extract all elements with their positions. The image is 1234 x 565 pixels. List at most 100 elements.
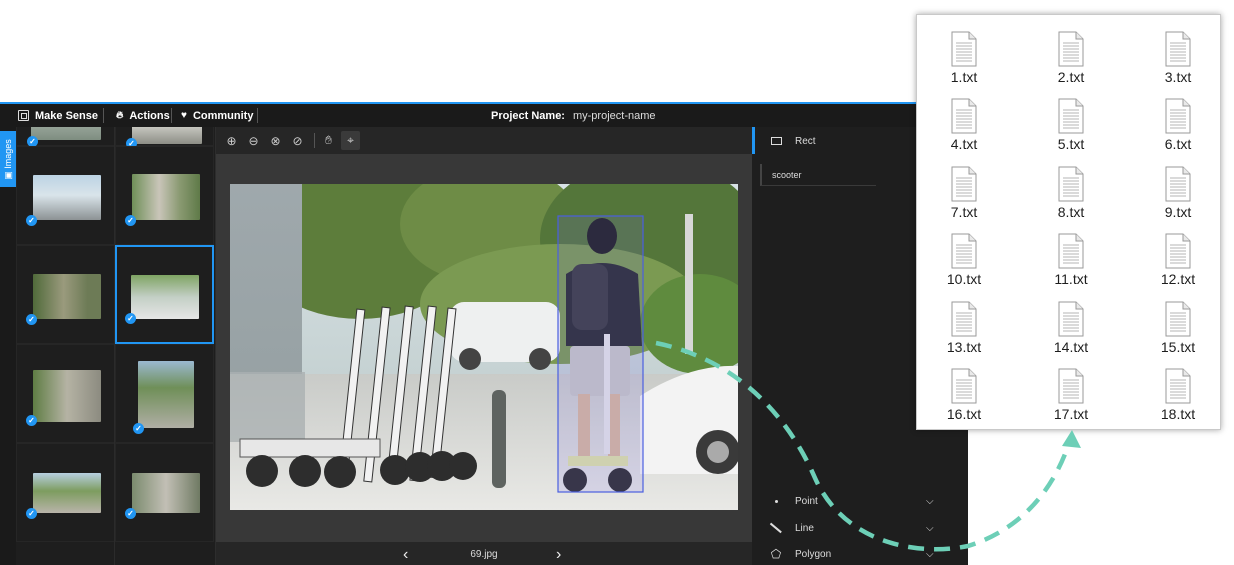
file-item[interactable]: 10.txt	[927, 231, 997, 293]
project-name-group: Project Name: my-project-name	[491, 104, 656, 127]
file-name: 17.txt	[1053, 406, 1089, 422]
thumbnail-item[interactable]: ✓	[115, 127, 214, 149]
thumbnail-item-selected[interactable]: ✓	[115, 245, 214, 344]
tool-polygon[interactable]: ⬠ Polygon ⌵	[752, 541, 968, 565]
zoom-out-icon[interactable]: ⊖	[244, 131, 263, 150]
image-icon: ▣	[2, 168, 13, 180]
bounding-box-scooter[interactable]	[557, 215, 644, 493]
text-file-icon	[1058, 166, 1084, 202]
rect-icon	[768, 133, 784, 149]
image-thumbnail-list[interactable]: ✓ ✓ ✓ ✓ ✓ ✓ ✓ ✓ ✓ ✓	[16, 127, 215, 565]
text-file-icon	[951, 368, 977, 404]
thumbnail-item[interactable]: ✓	[16, 443, 115, 542]
text-file-icon	[1165, 31, 1191, 67]
checkmark-icon: ✓	[125, 215, 136, 226]
polygon-icon: ⬠	[770, 547, 782, 561]
file-item[interactable]: 4.txt	[927, 96, 997, 158]
text-file-icon	[951, 233, 977, 269]
previous-image-button[interactable]: ‹	[403, 542, 408, 565]
thumbnail-item[interactable]: ✓	[16, 146, 115, 245]
file-item[interactable]: 11.txt	[1034, 231, 1104, 293]
label-scooter[interactable]: scooter	[760, 164, 876, 186]
file-name: 12.txt	[1160, 271, 1196, 287]
thumbnail-image	[131, 275, 199, 319]
file-item[interactable]: 9.txt	[1141, 164, 1211, 226]
file-name: 11.txt	[1054, 271, 1088, 287]
thumbnail-item[interactable]: ✓	[115, 443, 214, 542]
file-item[interactable]: 12.txt	[1141, 231, 1211, 293]
file-name: 7.txt	[950, 204, 978, 220]
thumbnail-item[interactable]: ✓	[16, 127, 115, 147]
file-item[interactable]: 14.txt	[1034, 299, 1104, 361]
file-item[interactable]: 2.txt	[1034, 29, 1104, 91]
scene-photo	[230, 184, 738, 510]
file-item[interactable]: 18.txt	[1141, 366, 1211, 428]
toolbar-divider	[314, 133, 315, 148]
menu-actions[interactable]: 🔥︎ Actions	[116, 104, 170, 127]
chevron-down-icon[interactable]: ⌵	[926, 496, 934, 507]
text-file-icon	[1165, 166, 1191, 202]
tool-point[interactable]: Point ⌵	[752, 488, 968, 514]
text-file-icon	[1058, 98, 1084, 134]
next-image-button[interactable]: ›	[556, 542, 561, 565]
thumbnail-image	[132, 127, 202, 144]
chevron-down-icon[interactable]: ⌵	[926, 523, 934, 534]
file-item[interactable]: 15.txt	[1141, 299, 1211, 361]
left-side-tabs: ▣ Images	[0, 127, 16, 565]
checkmark-icon: ✓	[26, 215, 37, 226]
file-item[interactable]: 7.txt	[927, 164, 997, 226]
editor-toolbar: ⊕ ⊖ ⊗ ⊘ ✋︎ ⌖	[216, 127, 752, 154]
zoom-fit-icon[interactable]: ⊗	[266, 131, 285, 150]
tab-images[interactable]: ▣ Images	[0, 131, 16, 187]
file-item[interactable]: 17.txt	[1034, 366, 1104, 428]
thumbnail-item[interactable]: ✓	[16, 344, 115, 443]
tool-polygon-label: Polygon	[795, 548, 832, 560]
file-name: 5.txt	[1057, 136, 1085, 152]
arrowhead-icon	[1062, 430, 1081, 448]
annotation-canvas[interactable]	[216, 154, 752, 542]
thumbnail-image	[33, 473, 101, 513]
file-item[interactable]: 16.txt	[927, 366, 997, 428]
current-image-name: 69.jpg	[470, 549, 498, 560]
text-file-icon	[951, 98, 977, 134]
thumbnail-image	[132, 174, 200, 220]
project-name-value[interactable]: my-project-name	[573, 110, 656, 122]
file-item[interactable]: 6.txt	[1141, 96, 1211, 158]
crosshair-icon[interactable]: ⌖	[341, 131, 360, 150]
text-file-icon	[1058, 233, 1084, 269]
text-file-icon	[951, 166, 977, 202]
file-name: 1.txt	[950, 69, 978, 85]
tool-line[interactable]: Line ⌵	[752, 515, 968, 541]
file-name: 2.txt	[1057, 69, 1085, 85]
menu-community[interactable]: ♥ Community	[181, 104, 253, 127]
file-name: 13.txt	[946, 339, 982, 355]
menu-community-label: Community	[192, 109, 254, 122]
file-name: 15.txt	[1160, 339, 1196, 355]
file-name: 10.txt	[946, 271, 982, 287]
file-item[interactable]: 5.txt	[1034, 96, 1104, 158]
file-item[interactable]: 3.txt	[1141, 29, 1211, 91]
thumbnail-item[interactable]: ✓	[16, 245, 115, 344]
zoom-reset-icon[interactable]: ⊘	[288, 131, 307, 150]
figure-canvas: Make Sense 🔥︎ Actions ♥ Community Projec…	[0, 0, 1234, 565]
app-logo[interactable]: Make Sense	[18, 104, 98, 127]
grid-divider	[114, 127, 115, 565]
file-name: 4.txt	[950, 136, 978, 152]
checkmark-icon: ✓	[125, 313, 136, 324]
thumbnail-item[interactable]: ✓	[115, 344, 214, 443]
project-name-label: Project Name:	[491, 109, 565, 122]
thumbnail-item[interactable]: ✓	[115, 146, 214, 245]
hand-icon[interactable]: ✋︎	[319, 131, 338, 150]
text-file-icon	[951, 31, 977, 67]
file-name: 9.txt	[1164, 204, 1192, 220]
text-file-icon	[1058, 31, 1084, 67]
text-file-icon	[1058, 368, 1084, 404]
chevron-down-icon[interactable]: ⌵	[926, 549, 934, 560]
zoom-in-icon[interactable]: ⊕	[222, 131, 241, 150]
file-item[interactable]: 8.txt	[1034, 164, 1104, 226]
divider	[257, 108, 258, 123]
file-name: 18.txt	[1160, 406, 1196, 422]
file-item[interactable]: 1.txt	[927, 29, 997, 91]
line-icon	[768, 520, 784, 536]
file-item[interactable]: 13.txt	[927, 299, 997, 361]
